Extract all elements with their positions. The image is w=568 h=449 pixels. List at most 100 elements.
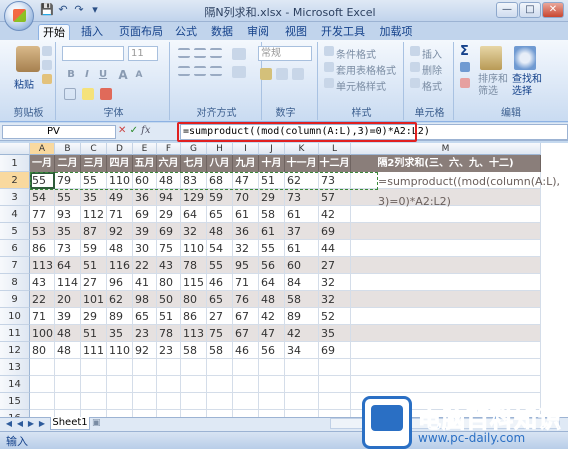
table-cell[interactable]: 54 [207,240,233,257]
header-cell[interactable]: 八月 [207,155,233,172]
format-as-table-button[interactable]: 套用表格格式 [336,62,396,77]
align-center-icon[interactable] [194,66,206,76]
table-cell[interactable]: 51 [157,308,181,325]
table-cell[interactable]: 89 [285,308,319,325]
table-cell[interactable]: 36 [133,189,157,206]
table-cell[interactable]: 58 [181,342,207,359]
number-format-combo[interactable]: 常规 [258,46,312,61]
table-cell[interactable]: 42 [259,308,285,325]
align-left-icon[interactable] [178,66,190,76]
table-cell[interactable]: 110 [107,342,133,359]
table-cell[interactable]: 43 [30,274,55,291]
table-cell[interactable]: 47 [259,325,285,342]
table-cell[interactable] [55,376,81,393]
header-cell[interactable]: 二月 [55,155,81,172]
table-cell[interactable]: 69 [133,206,157,223]
table-cell[interactable]: 93 [55,206,81,223]
table-cell[interactable]: 116 [107,257,133,274]
minimize-button[interactable]: — [496,2,518,18]
table-cell[interactable] [351,291,541,308]
table-cell[interactable]: 55 [55,189,81,206]
table-cell[interactable]: 35 [107,325,133,342]
header-cell[interactable]: 七月 [181,155,207,172]
table-cell[interactable]: 48 [259,291,285,308]
header-cell[interactable]: 六月 [157,155,181,172]
align-right-icon[interactable] [210,66,222,76]
table-cell[interactable] [319,359,351,376]
table-cell[interactable]: 48 [55,325,81,342]
table-cell[interactable]: 35 [55,223,81,240]
table-cell[interactable]: 59 [81,240,107,257]
table-cell[interactable]: 51 [81,325,107,342]
table-cell[interactable]: 112 [81,206,107,223]
merge-center-icon[interactable] [232,66,246,78]
table-cell[interactable]: 96 [107,274,133,291]
table-cell[interactable]: 80 [157,274,181,291]
table-cell[interactable]: 52 [319,308,351,325]
autosum-icon[interactable]: Σ [460,44,469,59]
row-header[interactable]: 15 [0,393,30,410]
underline-button[interactable]: U [96,68,110,82]
table-cell[interactable]: 65 [207,206,233,223]
wrap-text-icon[interactable] [232,48,246,60]
header-cell[interactable]: 五月 [133,155,157,172]
tab-insert[interactable]: 插入 [78,24,106,40]
table-cell[interactable] [55,359,81,376]
table-cell[interactable]: 50 [157,291,181,308]
header-cell[interactable]: 十一月 [285,155,319,172]
table-cell[interactable]: 71 [233,274,259,291]
column-header[interactable]: B [55,143,81,155]
table-cell[interactable]: 110 [181,240,207,257]
tab-formulas[interactable]: 公式 [172,24,200,40]
column-header[interactable]: G [181,143,207,155]
row-header[interactable]: 12 [0,342,30,359]
table-cell[interactable]: 114 [55,274,81,291]
row-header[interactable]: 5 [0,223,30,240]
column-header[interactable]: E [133,143,157,155]
table-cell[interactable]: 76 [233,291,259,308]
table-cell[interactable]: 115 [181,274,207,291]
table-cell[interactable]: 67 [233,325,259,342]
column-header[interactable]: L [319,143,351,155]
table-cell[interactable]: 61 [285,206,319,223]
column-header[interactable]: H [207,143,233,155]
cut-icon[interactable] [42,46,52,56]
undo-icon[interactable]: ↶ [56,3,70,17]
table-cell[interactable]: 32 [233,240,259,257]
insert-sheet-icon[interactable]: ▣ [92,418,108,430]
paste-icon[interactable] [16,46,40,72]
table-cell[interactable]: 30 [133,240,157,257]
table-cell[interactable]: 89 [107,308,133,325]
m2-cell-formula[interactable]: =sumproduct((mod(column(A:L), 3)=0)*A2:L… [378,172,560,212]
table-cell[interactable]: 78 [181,257,207,274]
header-cell[interactable]: 十二月 [319,155,351,172]
column-header[interactable]: C [81,143,107,155]
table-cell[interactable] [207,393,233,410]
table-cell[interactable] [30,376,55,393]
table-cell[interactable]: 61 [259,223,285,240]
table-cell[interactable]: 87 [81,223,107,240]
table-cell[interactable] [81,393,107,410]
sheet-tab-sheet1[interactable]: Sheet1 [50,417,90,430]
table-cell[interactable] [351,257,541,274]
table-cell[interactable]: 37 [285,223,319,240]
table-cell[interactable]: 73 [55,240,81,257]
align-bottom-icon[interactable] [210,48,222,58]
row-header[interactable]: 9 [0,291,30,308]
format-cells-button[interactable]: 格式 [422,78,442,93]
table-cell[interactable] [107,376,133,393]
column-header[interactable]: M [351,143,541,155]
table-cell[interactable]: 44 [319,240,351,257]
tab-developer[interactable]: 开发工具 [320,24,366,40]
table-cell[interactable]: 48 [107,240,133,257]
table-cell[interactable]: 64 [55,257,81,274]
grow-font-button[interactable]: A [116,68,130,82]
maximize-button[interactable]: □ [519,2,541,18]
table-cell[interactable]: 57 [319,189,351,206]
table-cell[interactable] [81,359,107,376]
table-cell[interactable]: 56 [259,342,285,359]
table-cell[interactable]: 58 [285,291,319,308]
table-cell[interactable] [285,393,319,410]
name-box[interactable]: PV [2,125,116,139]
table-cell[interactable] [351,223,541,240]
